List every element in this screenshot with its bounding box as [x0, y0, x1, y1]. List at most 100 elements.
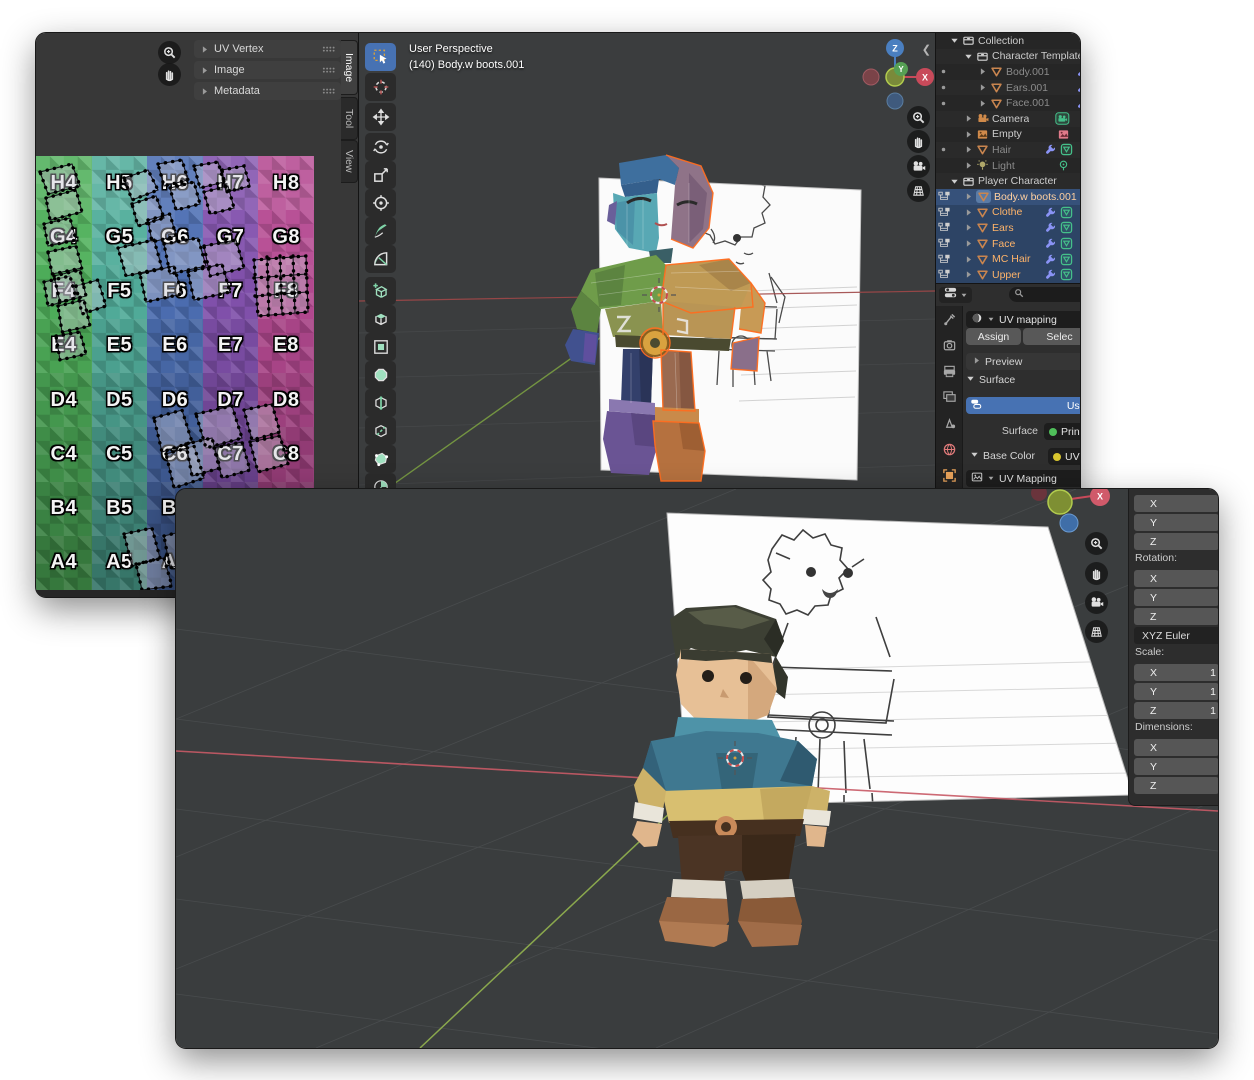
properties-tab-render[interactable]	[936, 332, 962, 358]
tool-knife[interactable]	[365, 417, 396, 445]
meshdata-icon[interactable]	[1060, 206, 1073, 219]
rotation-z-slider[interactable]: Z	[1134, 608, 1218, 625]
outliner-row-character-template[interactable]: Character Template	[936, 49, 1080, 65]
collapse-arrow-icon[interactable]	[964, 239, 973, 248]
assign-button[interactable]: Assign	[966, 328, 1021, 345]
meshdata-icon[interactable]	[1060, 268, 1073, 281]
surface-panel-header[interactable]: Surface	[966, 374, 1015, 386]
outliner-row-body-w-boots-001[interactable]: Body.w boots.001	[936, 189, 1080, 205]
dimensions-y-slider[interactable]: Y	[1134, 758, 1218, 775]
outliner-row-collection[interactable]: Collection	[936, 33, 1080, 49]
navigation-gizmo[interactable]: X	[1031, 489, 1110, 532]
outliner-row-upper[interactable]: Upper	[936, 267, 1080, 283]
tool-select-box[interactable]	[365, 43, 396, 71]
location-y-slider[interactable]: Y	[1134, 514, 1218, 531]
collapse-arrow-icon[interactable]	[964, 192, 973, 201]
uv-panel-metadata[interactable]: Metadata	[194, 82, 341, 100]
tool-measure[interactable]	[365, 245, 396, 273]
rotation-x-slider[interactable]: X	[1134, 570, 1218, 587]
surface-shader-field[interactable]: Prin	[1044, 423, 1080, 440]
tool-annotate[interactable]	[365, 217, 396, 245]
dimensions-z-slider[interactable]: Z	[1134, 777, 1218, 794]
expand-arrow-icon[interactable]	[964, 52, 973, 61]
properties-tab-object[interactable]	[936, 462, 962, 488]
drag-handle-icon[interactable]	[322, 66, 335, 74]
tool-move[interactable]	[365, 103, 396, 131]
collapse-arrow-icon[interactable]	[964, 255, 973, 264]
vp2-ortho-gadget[interactable]	[1085, 620, 1108, 643]
panel-collapse-arrow[interactable]: ❮	[922, 43, 931, 56]
properties-tab-tool[interactable]	[936, 306, 962, 332]
properties-tab-layers[interactable]	[936, 384, 962, 410]
outliner-row-light[interactable]: Light	[936, 158, 1080, 174]
properties-tab-world[interactable]	[936, 436, 962, 462]
rotation-y-slider[interactable]: Y	[1134, 589, 1218, 606]
uv-sidebar-tab-tool[interactable]: Tool	[341, 97, 358, 140]
meshdata-icon[interactable]	[1060, 143, 1073, 156]
gizmo-x-label[interactable]: X	[922, 73, 928, 83]
wrench-icon[interactable]	[1044, 206, 1057, 219]
gizmo-y-label[interactable]: Y	[898, 65, 904, 74]
uv-panel-image[interactable]: Image	[194, 61, 341, 79]
outliner-row-face[interactable]: Face	[936, 236, 1080, 252]
collapse-arrow-icon[interactable]	[978, 67, 987, 76]
tool-add-cube[interactable]	[365, 277, 396, 305]
meshdata-icon[interactable]	[1060, 237, 1073, 250]
uv-zoom-gadget[interactable]	[158, 41, 181, 64]
collapse-arrow-icon[interactable]	[964, 114, 973, 123]
outliner-row-body-001[interactable]: Body.001	[936, 64, 1080, 80]
tool-rotate[interactable]	[365, 133, 396, 161]
base-color-row-label[interactable]: Base Color	[970, 450, 1035, 462]
use-nodes-button[interactable]: Use N	[966, 397, 1080, 414]
meshdata-icon[interactable]	[1060, 253, 1073, 266]
image-data-icon[interactable]	[1057, 128, 1070, 141]
material-slot-field[interactable]: UV mapping	[966, 311, 1080, 328]
expand-arrow-icon[interactable]	[950, 36, 959, 45]
wrench-icon[interactable]	[1044, 221, 1057, 234]
properties-tab-scene[interactable]	[936, 410, 962, 436]
wrench-icon[interactable]	[1044, 253, 1057, 266]
wrench-icon[interactable]	[1044, 237, 1057, 250]
editor-type-selector[interactable]	[939, 287, 972, 303]
wrench-icon[interactable]	[1076, 81, 1080, 94]
scale-z-slider[interactable]: Z1	[1134, 702, 1218, 719]
dimensions-x-slider[interactable]: X	[1134, 739, 1218, 756]
drag-handle-icon[interactable]	[322, 87, 335, 95]
tool-poly-build[interactable]	[365, 445, 396, 473]
vp2-pan-gadget[interactable]	[1085, 562, 1108, 585]
uv-sidebar-tab-view[interactable]: View	[341, 140, 358, 183]
tool-inset-faces[interactable]	[365, 333, 396, 361]
outliner-row-ears[interactable]: Ears	[936, 220, 1080, 236]
properties-search-input[interactable]	[1009, 287, 1080, 302]
tool-extrude-region[interactable]	[365, 305, 396, 333]
drag-handle-icon[interactable]	[322, 45, 335, 53]
vp1-pan-gadget[interactable]	[907, 130, 930, 153]
outliner-row-player-character[interactable]: Player Character	[936, 173, 1080, 189]
location-x-slider[interactable]: X	[1134, 495, 1218, 512]
location-z-slider[interactable]: Z	[1134, 533, 1218, 550]
outliner-row-hair[interactable]: Hair	[936, 142, 1080, 158]
meshdata-icon[interactable]	[1060, 221, 1073, 234]
preview-panel-header[interactable]: Preview	[966, 353, 1080, 370]
outliner-row-clothe[interactable]: Clothe	[936, 205, 1080, 221]
collapse-arrow-icon[interactable]	[964, 270, 973, 279]
collapse-arrow-icon[interactable]	[964, 161, 973, 170]
base-color-field[interactable]: UV	[1048, 448, 1080, 465]
outliner-row-ears-001[interactable]: Ears.001	[936, 80, 1080, 96]
outliner-row-face-001[interactable]: Face.001	[936, 95, 1080, 111]
select-button[interactable]: Selec	[1023, 328, 1080, 345]
scale-x-slider[interactable]: X1	[1134, 664, 1218, 681]
gizmo-x-label[interactable]: X	[1097, 492, 1103, 502]
outliner-editor[interactable]: CollectionCharacter TemplateBody.001Ears…	[935, 33, 1080, 283]
transform-sidebar[interactable]: XYZRotation:XYZXYZ EulerScale:X1Y1Z1Dime…	[1128, 489, 1218, 806]
collapse-arrow-icon[interactable]	[964, 145, 973, 154]
wrench-icon[interactable]	[1076, 97, 1080, 110]
light-data-icon[interactable]	[1057, 159, 1070, 172]
wrench-icon[interactable]	[1044, 143, 1057, 156]
wrench-icon[interactable]	[1044, 268, 1057, 281]
collapse-arrow-icon[interactable]	[978, 99, 987, 108]
camera-data-icon[interactable]	[1055, 112, 1070, 125]
scale-y-slider[interactable]: Y1	[1134, 683, 1218, 700]
vp1-camera-view-gadget[interactable]	[907, 155, 930, 178]
tool-scale[interactable]	[365, 161, 396, 189]
